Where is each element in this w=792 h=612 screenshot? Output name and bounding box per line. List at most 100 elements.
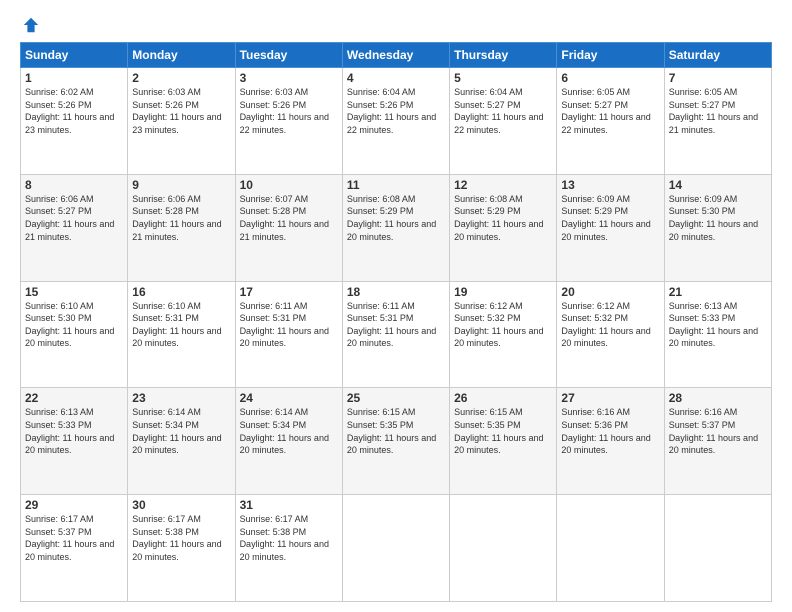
day-info: Sunrise: 6:03 AMSunset: 5:26 PMDaylight:… xyxy=(240,87,329,135)
calendar-cell: 3 Sunrise: 6:03 AMSunset: 5:26 PMDaylight… xyxy=(235,68,342,175)
day-number: 15 xyxy=(25,285,123,299)
day-number: 11 xyxy=(347,178,445,192)
day-number: 4 xyxy=(347,71,445,85)
day-info: Sunrise: 6:06 AMSunset: 5:28 PMDaylight:… xyxy=(132,194,221,242)
calendar-cell: 19 Sunrise: 6:12 AMSunset: 5:32 PMDayligh… xyxy=(450,281,557,388)
day-number: 5 xyxy=(454,71,552,85)
calendar-row: 29Sunrise: 6:17 AMSunset: 5:37 PMDayligh… xyxy=(21,495,772,602)
weekday-header: Sunday xyxy=(21,43,128,68)
day-number: 30 xyxy=(132,498,230,512)
day-info: Sunrise: 6:05 AMSunset: 5:27 PMDaylight:… xyxy=(669,87,758,135)
day-number: 27 xyxy=(561,391,659,405)
day-number: 1 xyxy=(25,71,123,85)
day-number: 26 xyxy=(454,391,552,405)
calendar-cell xyxy=(557,495,664,602)
calendar-header-row: SundayMondayTuesdayWednesdayThursdayFrid… xyxy=(21,43,772,68)
day-info: Sunrise: 6:17 AMSunset: 5:38 PMDaylight:… xyxy=(240,514,329,562)
calendar-cell xyxy=(664,495,771,602)
day-number: 17 xyxy=(240,285,338,299)
calendar-page: SundayMondayTuesdayWednesdayThursdayFrid… xyxy=(0,0,792,612)
calendar-cell: 14 Sunrise: 6:09 AMSunset: 5:30 PMDayligh… xyxy=(664,174,771,281)
day-number: 8 xyxy=(25,178,123,192)
day-number: 23 xyxy=(132,391,230,405)
calendar-cell: 2Sunrise: 6:03 AMSunset: 5:26 PMDaylight… xyxy=(128,68,235,175)
day-info: Sunrise: 6:15 AMSunset: 5:35 PMDaylight:… xyxy=(347,407,436,455)
day-info: Sunrise: 6:05 AMSunset: 5:27 PMDaylight:… xyxy=(561,87,650,135)
day-number: 7 xyxy=(669,71,767,85)
day-number: 16 xyxy=(132,285,230,299)
day-number: 13 xyxy=(561,178,659,192)
day-info: Sunrise: 6:13 AMSunset: 5:33 PMDaylight:… xyxy=(669,301,758,349)
calendar-cell: 12 Sunrise: 6:08 AMSunset: 5:29 PMDayligh… xyxy=(450,174,557,281)
day-number: 21 xyxy=(669,285,767,299)
day-info: Sunrise: 6:14 AMSunset: 5:34 PMDaylight:… xyxy=(132,407,221,455)
calendar-cell: 9 Sunrise: 6:06 AMSunset: 5:28 PMDaylight… xyxy=(128,174,235,281)
calendar-cell: 13 Sunrise: 6:09 AMSunset: 5:29 PMDayligh… xyxy=(557,174,664,281)
day-info: Sunrise: 6:13 AMSunset: 5:33 PMDaylight:… xyxy=(25,407,114,455)
weekday-header: Monday xyxy=(128,43,235,68)
calendar-table: SundayMondayTuesdayWednesdayThursdayFrid… xyxy=(20,42,772,602)
day-number: 29 xyxy=(25,498,123,512)
day-info: Sunrise: 6:04 AMSunset: 5:26 PMDaylight:… xyxy=(347,87,436,135)
calendar-row: 8Sunrise: 6:06 AMSunset: 5:27 PMDaylight… xyxy=(21,174,772,281)
calendar-cell: 1 Sunrise: 6:02 AMSunset: 5:26 PMDaylight… xyxy=(21,68,128,175)
day-number: 3 xyxy=(240,71,338,85)
day-info: Sunrise: 6:16 AMSunset: 5:36 PMDaylight:… xyxy=(561,407,650,455)
page-header xyxy=(20,16,772,34)
day-info: Sunrise: 6:10 AMSunset: 5:30 PMDaylight:… xyxy=(25,301,114,349)
day-info: Sunrise: 6:11 AMSunset: 5:31 PMDaylight:… xyxy=(240,301,329,349)
weekday-header: Friday xyxy=(557,43,664,68)
weekday-header: Tuesday xyxy=(235,43,342,68)
day-number: 10 xyxy=(240,178,338,192)
day-info: Sunrise: 6:14 AMSunset: 5:34 PMDaylight:… xyxy=(240,407,329,455)
calendar-cell: 4 Sunrise: 6:04 AMSunset: 5:26 PMDaylight… xyxy=(342,68,449,175)
day-info: Sunrise: 6:12 AMSunset: 5:32 PMDaylight:… xyxy=(561,301,650,349)
day-info: Sunrise: 6:07 AMSunset: 5:28 PMDaylight:… xyxy=(240,194,329,242)
day-number: 25 xyxy=(347,391,445,405)
calendar-cell: 22 Sunrise: 6:13 AMSunset: 5:33 PMDayligh… xyxy=(21,388,128,495)
calendar-cell: 25 Sunrise: 6:15 AMSunset: 5:35 PMDayligh… xyxy=(342,388,449,495)
calendar-cell: 26Sunrise: 6:15 AMSunset: 5:35 PMDayligh… xyxy=(450,388,557,495)
calendar-cell: 28Sunrise: 6:16 AMSunset: 5:37 PMDayligh… xyxy=(664,388,771,495)
day-info: Sunrise: 6:08 AMSunset: 5:29 PMDaylight:… xyxy=(347,194,436,242)
weekday-header: Wednesday xyxy=(342,43,449,68)
calendar-cell: 20 Sunrise: 6:12 AMSunset: 5:32 PMDayligh… xyxy=(557,281,664,388)
day-number: 19 xyxy=(454,285,552,299)
day-number: 9 xyxy=(132,178,230,192)
day-info: Sunrise: 6:04 AMSunset: 5:27 PMDaylight:… xyxy=(454,87,543,135)
calendar-cell: 30Sunrise: 6:17 AMSunset: 5:38 PMDayligh… xyxy=(128,495,235,602)
calendar-cell: 23 Sunrise: 6:14 AMSunset: 5:34 PMDayligh… xyxy=(128,388,235,495)
calendar-cell: 17 Sunrise: 6:11 AMSunset: 5:31 PMDayligh… xyxy=(235,281,342,388)
day-info: Sunrise: 6:09 AMSunset: 5:30 PMDaylight:… xyxy=(669,194,758,242)
calendar-cell: 11 Sunrise: 6:08 AMSunset: 5:29 PMDayligh… xyxy=(342,174,449,281)
day-number: 14 xyxy=(669,178,767,192)
calendar-cell: 29Sunrise: 6:17 AMSunset: 5:37 PMDayligh… xyxy=(21,495,128,602)
calendar-cell: 21 Sunrise: 6:13 AMSunset: 5:33 PMDayligh… xyxy=(664,281,771,388)
day-number: 12 xyxy=(454,178,552,192)
calendar-cell: 5 Sunrise: 6:04 AMSunset: 5:27 PMDaylight… xyxy=(450,68,557,175)
calendar-cell: 7 Sunrise: 6:05 AMSunset: 5:27 PMDaylight… xyxy=(664,68,771,175)
day-number: 18 xyxy=(347,285,445,299)
day-number: 22 xyxy=(25,391,123,405)
calendar-cell: 15 Sunrise: 6:10 AMSunset: 5:30 PMDayligh… xyxy=(21,281,128,388)
calendar-cell: 10 Sunrise: 6:07 AMSunset: 5:28 PMDayligh… xyxy=(235,174,342,281)
calendar-cell: 18Sunrise: 6:11 AMSunset: 5:31 PMDayligh… xyxy=(342,281,449,388)
logo xyxy=(20,16,40,34)
calendar-cell: 31Sunrise: 6:17 AMSunset: 5:38 PMDayligh… xyxy=(235,495,342,602)
calendar-cell: 24Sunrise: 6:14 AMSunset: 5:34 PMDayligh… xyxy=(235,388,342,495)
day-number: 6 xyxy=(561,71,659,85)
weekday-header: Thursday xyxy=(450,43,557,68)
calendar-row: 22 Sunrise: 6:13 AMSunset: 5:33 PMDayligh… xyxy=(21,388,772,495)
calendar-cell xyxy=(450,495,557,602)
calendar-cell: 8Sunrise: 6:06 AMSunset: 5:27 PMDaylight… xyxy=(21,174,128,281)
day-number: 20 xyxy=(561,285,659,299)
day-number: 2 xyxy=(132,71,230,85)
day-info: Sunrise: 6:02 AMSunset: 5:26 PMDaylight:… xyxy=(25,87,114,135)
calendar-cell: 27 Sunrise: 6:16 AMSunset: 5:36 PMDayligh… xyxy=(557,388,664,495)
calendar-cell: 6 Sunrise: 6:05 AMSunset: 5:27 PMDaylight… xyxy=(557,68,664,175)
day-info: Sunrise: 6:09 AMSunset: 5:29 PMDaylight:… xyxy=(561,194,650,242)
calendar-cell: 16Sunrise: 6:10 AMSunset: 5:31 PMDayligh… xyxy=(128,281,235,388)
logo-icon xyxy=(22,16,40,34)
day-info: Sunrise: 6:08 AMSunset: 5:29 PMDaylight:… xyxy=(454,194,543,242)
day-info: Sunrise: 6:12 AMSunset: 5:32 PMDaylight:… xyxy=(454,301,543,349)
